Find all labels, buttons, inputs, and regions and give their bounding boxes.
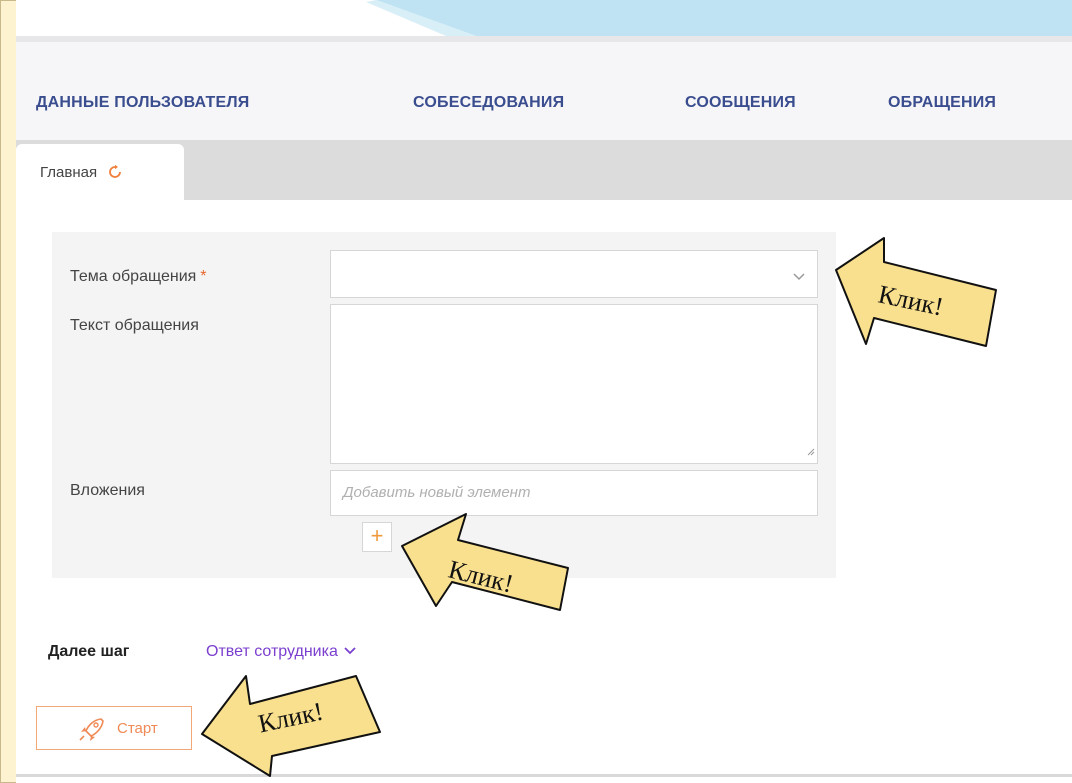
- topic-select[interactable]: [330, 250, 818, 298]
- tab-main-label: Главная: [40, 164, 98, 181]
- next-step-label: Далее шаг: [48, 643, 130, 660]
- nav-interviews[interactable]: СОБЕСЕДОВАНИЯ: [413, 94, 564, 112]
- tab-main[interactable]: Главная: [16, 144, 184, 200]
- chevron-down-icon: [344, 647, 356, 655]
- start-button[interactable]: Старт: [36, 706, 192, 750]
- rocket-icon: [79, 717, 105, 745]
- bottom-divider: [16, 774, 1072, 777]
- nav-requests[interactable]: ОБРАЩЕНИЯ: [888, 94, 996, 112]
- next-step-select[interactable]: Ответ сотрудника: [206, 643, 356, 661]
- header-decoration: [16, 0, 1072, 36]
- resize-handle-icon[interactable]: [805, 443, 815, 461]
- attachments-placeholder: Добавить новый элемент: [343, 484, 531, 501]
- required-mark: *: [200, 268, 207, 285]
- nav-messages[interactable]: СООБЩЕНИЯ: [685, 94, 796, 112]
- text-area[interactable]: [330, 304, 818, 464]
- chevron-down-icon[interactable]: [793, 268, 805, 286]
- text-label: Текст обращения: [70, 317, 199, 334]
- topic-label: Тема обращения *: [70, 268, 207, 285]
- refresh-icon[interactable]: [107, 164, 123, 184]
- top-navigation: ДАННЫЕ ПОЛЬЗОВАТЕЛЯ СОБЕСЕДОВАНИЯ СООБЩЕ…: [16, 36, 1072, 146]
- tab-bar: Главная: [16, 140, 1072, 200]
- attachments-label: Вложения: [70, 482, 145, 499]
- add-attachment-button[interactable]: +: [362, 522, 392, 552]
- app-window: ДАННЫЕ ПОЛЬЗОВАТЕЛЯ СОБЕСЕДОВАНИЯ СООБЩЕ…: [16, 0, 1072, 783]
- nav-user-data[interactable]: ДАННЫЕ ПОЛЬЗОВАТЕЛЯ: [36, 94, 249, 112]
- start-button-label: Старт: [117, 720, 158, 737]
